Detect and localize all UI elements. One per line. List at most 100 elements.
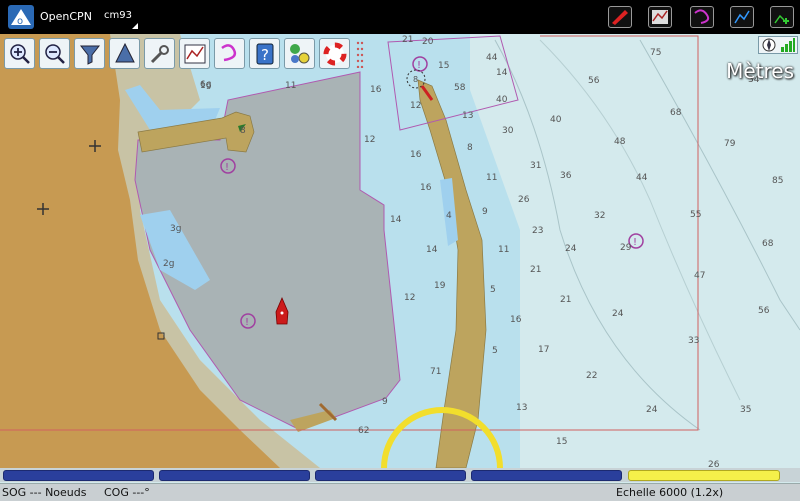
depth-sounding: 24 (612, 309, 624, 319)
svg-text:!: ! (225, 162, 229, 173)
depth-sounding: 40 (550, 115, 562, 125)
depth-sounding: 40 (496, 95, 508, 105)
depth-sounding: 2g (163, 259, 174, 269)
svg-text:o: o (17, 16, 23, 27)
mob-button[interactable] (319, 38, 350, 69)
speed-over-ground: SOG --- Noeuds (2, 486, 87, 499)
depth-sounding: 24 (565, 244, 577, 254)
track-button[interactable] (214, 38, 245, 69)
top-bar: o OpenCPN cm93 (0, 0, 800, 34)
chart-icon (652, 10, 668, 24)
depth-sounding: 16 (410, 150, 422, 160)
depth-sounding: 12 (404, 293, 415, 303)
svg-text:!: ! (633, 237, 637, 248)
depth-sounding: 13 (462, 111, 473, 121)
depth-sounding: 21 (530, 265, 541, 275)
add-waypoint-icon (774, 14, 789, 24)
depth-sounding: 11 (486, 173, 497, 183)
zoom-out-icon (44, 43, 65, 64)
add-waypoint-button[interactable] (770, 6, 794, 28)
depth-sounding: 21 (560, 295, 571, 305)
depth-sounding: 68 (762, 239, 774, 249)
depth-sounding: 68 (670, 108, 682, 118)
dropdown-arrow-icon[interactable] (132, 23, 138, 29)
depth-sounding: 9 (482, 207, 488, 217)
compass-gps-indicator[interactable] (758, 36, 798, 54)
chart-bar-item[interactable] (3, 470, 154, 481)
route-button[interactable] (690, 6, 714, 28)
depth-sounding: 48 (614, 137, 626, 147)
svg-text:!: ! (417, 60, 421, 71)
tide-current-button[interactable] (608, 6, 632, 28)
depth-sounding: 47 (694, 271, 705, 281)
chart-bar-item[interactable] (471, 470, 622, 481)
depth-sounding: 8 (240, 126, 246, 136)
chart-bar-item[interactable] (159, 470, 310, 481)
scale-down-button[interactable] (74, 38, 105, 69)
depth-sounding: 20 (422, 37, 434, 47)
depth-sounding: 22 (586, 371, 597, 381)
tides-button[interactable] (284, 38, 315, 69)
depth-sounding: 19 (434, 281, 446, 291)
depth-sounding: 3g (170, 224, 181, 234)
depth-sounding: 16 (370, 85, 382, 95)
depth-sounding: 62 (358, 426, 369, 436)
depth-sounding: 26 (518, 195, 530, 205)
depth-sounding: 14 (390, 215, 402, 225)
depth-sounding: 14 (426, 245, 438, 255)
depth-sounding: 9 (382, 397, 388, 407)
chart-bar-item[interactable] (315, 470, 466, 481)
depth-sounding: 33 (688, 336, 699, 346)
depth-sounding: 11 (498, 245, 509, 255)
depth-sounding: 16 (420, 183, 432, 193)
route-icon (184, 44, 205, 63)
zoom-in-icon (9, 43, 30, 64)
depth-sounding: 29 (620, 243, 632, 253)
question-icon: ? (256, 43, 273, 64)
life-ring-icon (323, 42, 346, 65)
zoom-out-button[interactable] (39, 38, 70, 69)
depth-sounding: 13 (516, 403, 527, 413)
depth-sounding: 58 (454, 83, 466, 93)
graph-button[interactable] (730, 6, 754, 28)
svg-text:?: ? (261, 46, 269, 64)
depth-sounding: 11 (285, 81, 296, 91)
course-over-ground: COG ---° (104, 486, 150, 499)
depth-sounding: 79 (724, 139, 736, 149)
scale-up-button[interactable] (109, 38, 140, 69)
funnel-down-icon (79, 45, 100, 65)
funnel-up-icon (114, 42, 135, 62)
chart-bar-item-selected[interactable] (628, 470, 780, 481)
depth-sounding: 4 (446, 211, 452, 221)
chart-display-button[interactable] (648, 6, 672, 28)
depth-sounding: 21 (402, 35, 413, 45)
route-manager-button[interactable] (179, 38, 210, 69)
toolbar-grip-icon[interactable] (356, 40, 364, 69)
chart-scale: Echelle 6000 (1.2x) (616, 486, 724, 499)
help-button[interactable]: ? (249, 38, 280, 69)
depth-sounding: 35 (740, 405, 751, 415)
depth-sounding: 8 (467, 143, 473, 153)
depth-sounding: 44 (486, 53, 498, 63)
depth-sounding: 24 (646, 405, 658, 415)
depth-sounding: 36 (560, 171, 572, 181)
depth-sounding: 31 (530, 161, 541, 171)
depth-sounding: 5 (492, 346, 498, 356)
svg-text:8: 8 (413, 75, 418, 84)
chart-set-label[interactable]: cm93 (104, 10, 132, 21)
depth-sounding: 23 (532, 226, 543, 236)
ship-center-dot (280, 311, 284, 315)
nautical-chart[interactable]: ! ! ! ! 8 21 2044 75151456 3458406812401330… (0, 34, 800, 468)
zoom-in-button[interactable] (4, 38, 35, 69)
graph-icon (734, 10, 750, 24)
settings-button[interactable] (144, 38, 175, 69)
depth-sounding: 16 (510, 315, 522, 325)
chart-bar (0, 468, 800, 482)
depth-sounding: 15 (556, 437, 567, 447)
wrench-icon (150, 44, 169, 63)
red-brush-icon (612, 10, 628, 25)
app-title: OpenCPN (40, 10, 92, 23)
depth-sounding: 71 (430, 367, 441, 377)
track-icon (220, 43, 236, 61)
depth-sounding: 44 (636, 173, 648, 183)
